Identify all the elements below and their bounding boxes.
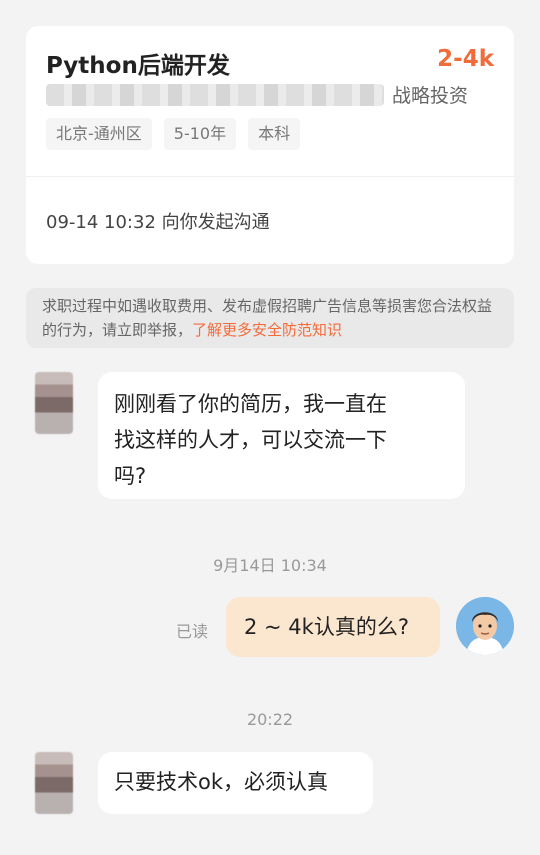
safety-tips-link[interactable]: 了解更多安全防范知识 bbox=[192, 321, 342, 339]
tag-education: 本科 bbox=[248, 118, 301, 150]
company-name-redacted bbox=[46, 84, 384, 106]
outgoing-message: 2 ~ 4k认真的么? bbox=[226, 597, 440, 657]
job-card[interactable]: Python后端开发 2-4k 战略投资 北京-通州区 5-10年 本科 09-… bbox=[26, 26, 514, 264]
timestamp: 9月14日 10:34 bbox=[213, 556, 327, 575]
tag-experience: 5-10年 bbox=[163, 118, 237, 150]
salary: 2-4k bbox=[437, 46, 494, 72]
message-line: 刚刚看了你的简历，我一直在 bbox=[114, 392, 387, 416]
contact-start-line: 09-14 10:32 向你发起沟通 bbox=[46, 212, 270, 233]
message-line: 找这样的人才，可以交流一下 bbox=[114, 428, 387, 452]
company-suffix: 战略投资 bbox=[392, 85, 469, 107]
avatar-illustration-icon bbox=[456, 597, 514, 655]
timestamp: 20:22 bbox=[246, 710, 294, 729]
recruiter-avatar[interactable] bbox=[35, 752, 73, 814]
card-divider bbox=[26, 176, 514, 177]
recruiter-avatar[interactable] bbox=[35, 372, 73, 434]
safety-notice: 求职过程中如遇收取费用、发布虚假招聘广告信息等损害您合法权益的行为，请立即举报，… bbox=[26, 288, 514, 348]
chat-page: Python后端开发 2-4k 战略投资 北京-通州区 5-10年 本科 09-… bbox=[0, 0, 540, 855]
message-line: 吗? bbox=[114, 464, 147, 488]
read-status: 已读 bbox=[176, 622, 209, 641]
job-tags: 北京-通州区 5-10年 本科 bbox=[46, 118, 301, 150]
tag-location: 北京-通州区 bbox=[46, 118, 152, 150]
job-title: Python后端开发 bbox=[46, 53, 230, 79]
incoming-message: 只要技术ok，必须认真 bbox=[98, 752, 373, 814]
incoming-message: 刚刚看了你的简历，我一直在 找这样的人才，可以交流一下 吗? bbox=[98, 372, 465, 499]
my-avatar[interactable] bbox=[456, 597, 514, 655]
